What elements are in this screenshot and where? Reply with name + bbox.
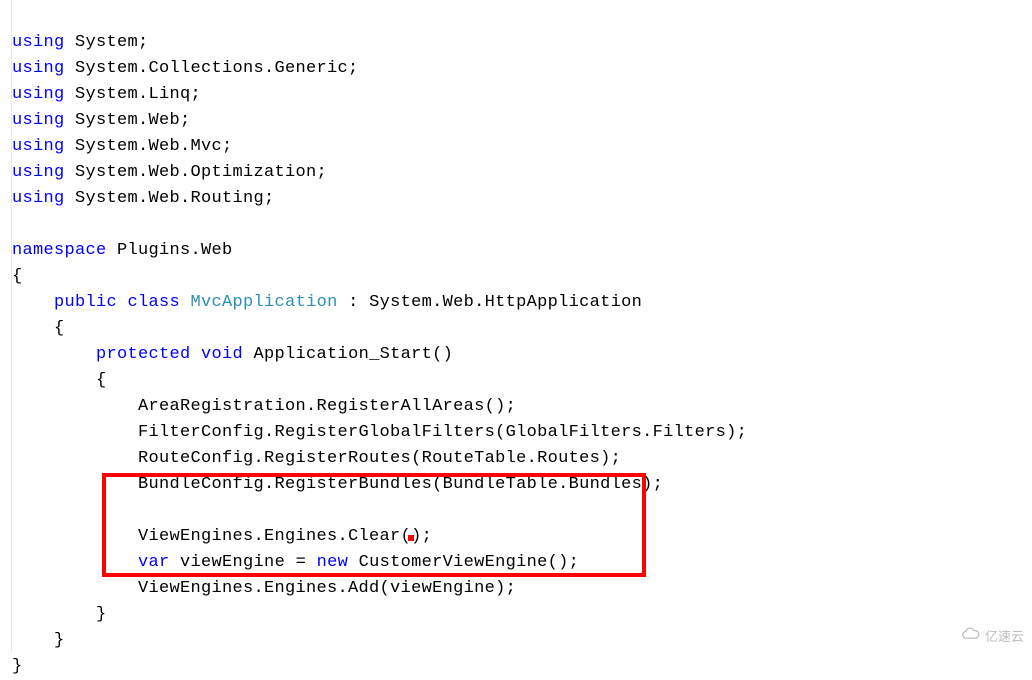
line-body: RouteConfig.RegisterRoutes(RouteTable.Ro… bbox=[12, 449, 621, 468]
caret-indicator bbox=[408, 535, 414, 541]
fold-gutter[interactable] bbox=[0, 0, 12, 653]
brace: { bbox=[12, 319, 65, 338]
line-using: using System.Linq; bbox=[12, 85, 201, 104]
watermark-text: 亿速云 bbox=[985, 626, 1024, 645]
line-hl: ViewEngines.Engines.Add(viewEngine); bbox=[12, 579, 516, 598]
line-body: AreaRegistration.RegisterAllAreas(); bbox=[12, 397, 516, 416]
code-content[interactable]: using System; using System.Collections.G… bbox=[12, 0, 747, 653]
brace: } bbox=[12, 657, 23, 676]
cloud-icon bbox=[961, 627, 981, 644]
code-editor[interactable]: using System; using System.Collections.G… bbox=[0, 0, 1032, 653]
brace: { bbox=[12, 371, 107, 390]
line-using: using System.Web; bbox=[12, 111, 191, 130]
line-hl: var viewEngine = new CustomerViewEngine(… bbox=[12, 553, 579, 572]
line-using: using System.Collections.Generic; bbox=[12, 59, 359, 78]
watermark: 亿速云 bbox=[961, 626, 1024, 645]
line-namespace: namespace Plugins.Web bbox=[12, 241, 233, 260]
line-body: FilterConfig.RegisterGlobalFilters(Globa… bbox=[12, 423, 747, 442]
line-using: using System.Web.Optimization; bbox=[12, 163, 327, 182]
line-method: protected void Application_Start() bbox=[12, 345, 453, 364]
line-using: using System.Web.Mvc; bbox=[12, 137, 233, 156]
line-hl: ViewEngines.Engines.Clear(); bbox=[12, 527, 432, 546]
brace: } bbox=[12, 605, 107, 624]
brace: { bbox=[12, 267, 23, 286]
line-class: public class MvcApplication : System.Web… bbox=[12, 293, 642, 312]
brace: } bbox=[12, 631, 65, 650]
line-using: using System; bbox=[12, 33, 149, 52]
line-body: BundleConfig.RegisterBundles(BundleTable… bbox=[12, 475, 663, 494]
line-using: using System.Web.Routing; bbox=[12, 189, 275, 208]
